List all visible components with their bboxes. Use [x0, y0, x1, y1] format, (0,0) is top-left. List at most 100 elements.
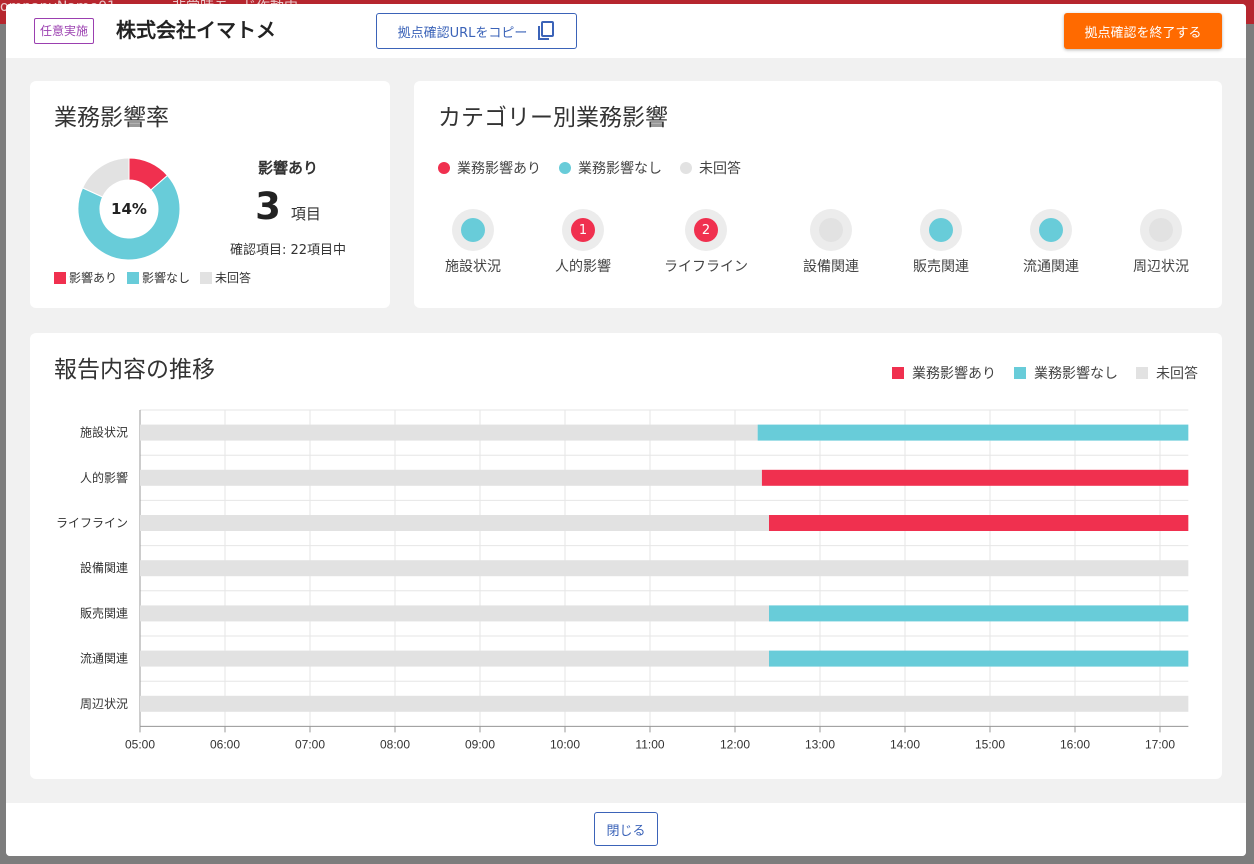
donut-legend-no-impact-label: 影響なし	[142, 271, 191, 285]
y-tick-label: 設備関連	[80, 560, 128, 575]
x-tick-label: 06:00	[210, 737, 240, 751]
x-tick-label: 08:00	[380, 737, 410, 751]
category-legend-impact: 業務影響あり	[438, 158, 541, 178]
category-status-dot	[461, 218, 485, 242]
x-tick-label: 11:00	[635, 737, 664, 751]
impact-swatch	[54, 271, 66, 284]
category-impact-title: カテゴリー別業務影響	[438, 105, 668, 131]
copy-url-label: 拠点確認URLをコピー	[397, 25, 528, 41]
no-answer-swatch	[200, 271, 213, 284]
company-name: 株式会社イマトメ	[116, 18, 276, 42]
donut-legend-no-answer-label: 未回答	[215, 271, 252, 285]
category-status-dot: 2	[694, 218, 718, 242]
y-tick-label: 周辺状況	[80, 696, 128, 711]
x-tick-label: 05:00	[125, 737, 155, 751]
category-status-ring: 1	[562, 209, 604, 251]
site-confirmation-modal: 任意実施 株式会社イマトメ 拠点確認URLをコピー 拠点確認を終了する 業務影響…	[6, 4, 1246, 856]
timeline-bar-segment	[140, 560, 1189, 577]
category-status-dot	[1039, 218, 1063, 242]
category-status-dot	[1149, 218, 1173, 242]
impact-percent: 14%	[111, 200, 147, 218]
x-tick-label: 16:00	[1060, 737, 1090, 751]
impact-count-unit: 項目	[290, 205, 321, 223]
impact-rate-card: 業務影響率 14% 影響あり 3 項目 確認項目: 22項目中 影響あり 影響な…	[30, 81, 390, 308]
close-button[interactable]: 閉じる	[594, 812, 658, 846]
timeline-bar-segment	[140, 605, 769, 622]
category-legend-no-impact: 業務影響なし	[559, 158, 662, 178]
no-impact-swatch	[127, 271, 140, 284]
donut-legend-no-impact: 影響なし	[127, 269, 190, 286]
category-label: 周辺状況	[1133, 259, 1189, 275]
category-status-dot	[819, 218, 843, 242]
y-tick-label: 施設状況	[80, 425, 128, 440]
category-legend-no-answer: 未回答	[680, 158, 741, 178]
category-legend-no-answer-label: 未回答	[699, 161, 741, 177]
timeline-bar-segment	[769, 650, 1189, 667]
category-status-ring	[1030, 209, 1072, 251]
category-item[interactable]: 周辺状況	[1106, 209, 1216, 276]
x-tick-label: 15:00	[975, 737, 1005, 751]
impact-count-number: 3	[255, 185, 281, 228]
y-tick-label: 人的影響	[80, 470, 128, 485]
x-tick-label: 13:00	[805, 737, 835, 751]
x-tick-label: 17:00	[1145, 737, 1175, 751]
category-item[interactable]: 1 人的影響	[528, 209, 638, 276]
timeline-bar-segment	[769, 515, 1189, 531]
timeline-bar-segment	[140, 515, 769, 531]
category-status-ring	[920, 209, 962, 251]
optional-badge: 任意実施	[34, 18, 95, 44]
report-trend-chart: 05:00 06:00 07:00 08:00 09:00 10:00 11:00 12:00…	[56, 409, 1189, 751]
donut-legend-impact: 影響あり	[54, 269, 117, 286]
category-status-dot: 1	[571, 218, 595, 242]
category-item[interactable]: 流通関連	[996, 209, 1106, 276]
category-item[interactable]: 2 ライフライン	[651, 209, 761, 276]
y-tick-label: 流通関連	[80, 652, 128, 666]
modal-header: 任意実施 株式会社イマトメ 拠点確認URLをコピー 拠点確認を終了する	[6, 4, 1246, 58]
category-status-dot	[929, 218, 953, 242]
category-status-ring: 2	[685, 209, 727, 251]
category-item[interactable]: 設備関連	[776, 209, 886, 276]
category-legend-impact-label: 業務影響あり	[457, 161, 541, 177]
impact-count: 3 項目	[210, 185, 366, 229]
category-label: 流通関連	[1023, 259, 1079, 275]
x-tick-label: 12:00	[720, 737, 750, 751]
copy-url-button[interactable]: 拠点確認URLをコピー	[376, 13, 577, 49]
category-label: 販売関連	[913, 259, 969, 275]
modal-footer: 閉じる	[6, 803, 1246, 856]
timeline-bar-segment	[769, 605, 1189, 622]
category-item[interactable]: 販売関連	[886, 209, 996, 276]
category-impact-card: カテゴリー別業務影響 業務影響あり 業務影響なし 未回答 施設状況 1 人的影響 2 ラ…	[414, 81, 1222, 308]
category-legend: 業務影響あり 業務影響なし 未回答	[438, 158, 741, 178]
donut-legend-no-answer: 未回答	[200, 269, 251, 286]
category-label: 施設状況	[445, 259, 501, 275]
copy-icon	[538, 21, 555, 40]
impact-heading: 影響あり	[257, 159, 318, 177]
timeline-bar-segment	[761, 469, 1189, 486]
end-confirmation-button[interactable]: 拠点確認を終了する	[1064, 13, 1222, 49]
category-item[interactable]: 施設状況	[418, 209, 528, 276]
timeline-bar-segment	[140, 695, 1189, 712]
impact-rate-title: 業務影響率	[54, 105, 169, 131]
no-answer-dot	[680, 162, 692, 174]
x-tick-label: 09:00	[465, 737, 495, 751]
category-status-ring	[810, 209, 852, 251]
impact-dot	[438, 162, 450, 174]
no-impact-dot	[559, 162, 571, 174]
donut-legend: 影響あり 影響なし 未回答	[54, 269, 251, 286]
category-label: 設備関連	[803, 259, 859, 275]
x-tick-label: 14:00	[890, 737, 920, 751]
checked-items-text: 確認項目: 22項目中	[229, 243, 347, 258]
category-status-ring	[1140, 209, 1182, 251]
x-tick-label: 10:00	[550, 737, 580, 751]
timeline-bar-segment	[757, 424, 1189, 441]
report-trend-card: 報告内容の推移 業務影響あり 業務影響なし 未回答 05:00 06:00 07:0…	[30, 333, 1222, 779]
category-status-ring	[452, 209, 494, 251]
y-tick-label: ライフライン	[56, 516, 128, 530]
category-label: ライフライン	[664, 259, 748, 275]
x-tick-label: 07:00	[295, 737, 325, 751]
timeline-bar-segment	[140, 424, 758, 441]
timeline-bar-segment	[140, 650, 769, 667]
y-tick-label: 販売関連	[80, 605, 128, 620]
timeline-bar-segment	[140, 469, 762, 486]
category-label: 人的影響	[555, 259, 611, 275]
